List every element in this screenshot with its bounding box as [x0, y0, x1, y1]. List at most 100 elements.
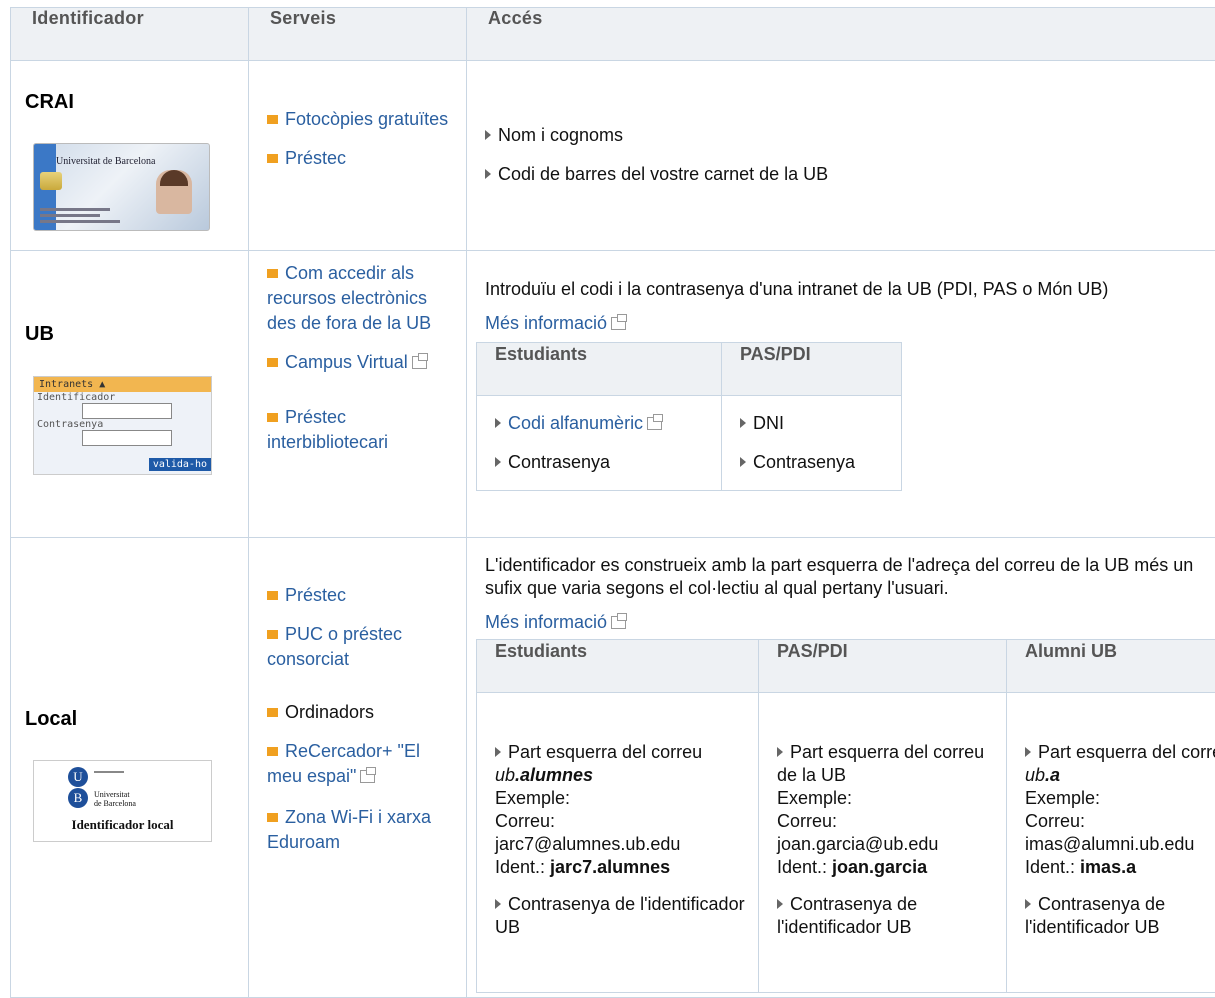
crai-card-text: Universitat de Barcelona [56, 156, 155, 167]
local-intro: L'identificador es construeix amb la par… [485, 554, 1215, 600]
local-services-cell: Préstec PUC o préstec consorciat Ordinad… [249, 538, 467, 998]
service-item[interactable]: Com accedir als recursos electrònics des… [267, 261, 458, 336]
service-item[interactable]: Zona Wi-Fi i xarxa Eduroam [267, 805, 458, 855]
external-link-icon [360, 770, 375, 783]
b-logo-icon: B [68, 788, 88, 808]
crai-id-cell: CRAI Universitat de Barcelona [11, 61, 249, 251]
example-email: imas@alumni.ub.edu [1025, 833, 1215, 856]
login-button: valida-ho [149, 458, 211, 471]
bullet-icon [267, 630, 278, 639]
service-item[interactable]: PUC o préstec consorciat [267, 622, 458, 672]
service-item[interactable]: Préstec [267, 583, 458, 608]
example-email: joan.garcia@ub.edu [777, 833, 996, 856]
bullet-icon [267, 747, 278, 756]
bullet-icon [267, 115, 278, 124]
service-item[interactable]: Préstec [267, 146, 466, 171]
arrow-icon [485, 169, 491, 179]
service-item[interactable]: Campus Virtual [267, 350, 458, 375]
local-logo-image: U B Universitatde Barcelona Identificado… [33, 760, 212, 842]
ub-id-cell: UB Intranets ▲ Identificador Contrasenya… [11, 251, 249, 538]
bullet-icon [267, 413, 278, 422]
local-col-alumni: Alumni UB [1007, 640, 1215, 693]
external-link-icon [412, 356, 427, 369]
bullet-icon [267, 708, 278, 717]
external-link-icon [611, 616, 626, 629]
ub-pas-cell: DNI Contrasenya [722, 396, 902, 491]
arrow-icon [485, 130, 491, 140]
service-item[interactable]: Fotocòpies gratuïtes [267, 107, 466, 132]
local-pas-rule: Part esquerra del correu de la UB [777, 741, 996, 787]
chip-icon [40, 172, 62, 190]
service-link[interactable]: ReCercador+ "El meu espai" [267, 741, 420, 786]
example-ident: Ident.: joan.garcia [777, 856, 996, 879]
header-identificador: Identificador [11, 8, 249, 61]
row-ub: UB Intranets ▲ Identificador Contrasenya… [11, 251, 1215, 538]
arrow-icon [495, 457, 501, 467]
crai-title: CRAI [25, 91, 74, 114]
local-logo-caption: Identificador local [34, 817, 211, 833]
ub-more-info[interactable]: Més informació [485, 313, 1215, 334]
example-ident: Ident.: jarc7.alumnes [495, 856, 748, 879]
local-est-password: Contrasenya de l'identificador UB [495, 893, 748, 939]
arrow-icon [1025, 899, 1031, 909]
header-serveis: Serveis [249, 8, 467, 61]
bullet-icon [267, 358, 278, 367]
external-link-icon [611, 317, 626, 330]
bullet-icon [267, 269, 278, 278]
local-col-estudiants: Estudiants [477, 640, 759, 693]
ub-services-list: Com accedir als recursos electrònics des… [249, 261, 466, 455]
local-title: Local [25, 708, 77, 731]
intranet-login-image: Intranets ▲ Identificador Contrasenya va… [33, 376, 212, 475]
service-item[interactable]: Préstec interbibliotecari [267, 405, 458, 455]
service-link[interactable]: Préstec interbibliotecari [267, 407, 388, 452]
bullet-icon [267, 813, 278, 822]
ub-estudiants-cell: Codi alfanumèric Contrasenya [477, 396, 722, 491]
local-access-table: Estudiants PAS/PDI Alumni UB Part esquer… [476, 639, 1215, 993]
bullet-icon [267, 154, 278, 163]
local-services-list: Préstec PUC o préstec consorciat Ordinad… [249, 583, 466, 855]
external-link-icon [647, 417, 662, 430]
example-email: jarc7@alumnes.ub.edu [495, 833, 748, 856]
local-pas-password: Contrasenya de l'identificador UB [777, 893, 996, 939]
service-link[interactable]: Fotocòpies gratuïtes [285, 109, 448, 129]
row-crai: CRAI Universitat de Barcelona Fotocòpies… [11, 61, 1215, 251]
row-local: Local U B Universitatde Barcelona Identi… [11, 538, 1215, 998]
service-link[interactable]: Com accedir als recursos electrònics des… [267, 263, 431, 333]
ub-access-table: Estudiants PAS/PDI Codi alfanumèric Cont… [476, 342, 902, 491]
local-pas-cell: Part esquerra del correu de la UB Exempl… [759, 693, 1007, 993]
service-link[interactable]: Préstec [285, 148, 346, 168]
header-row: Identificador Serveis Accés [11, 8, 1215, 61]
service-item: Ordinadors [267, 700, 458, 725]
bullet-icon [267, 591, 278, 600]
crai-services-list: Fotocòpies gratuïtes Préstec [249, 107, 466, 171]
local-estudiants-cell: Part esquerra del correu ub.alumnes Exem… [477, 693, 759, 993]
ub-estudiants-item[interactable]: Codi alfanumèric [495, 412, 711, 435]
service-link[interactable]: Zona Wi-Fi i xarxa Eduroam [267, 807, 431, 852]
service-link[interactable]: Préstec [285, 585, 346, 605]
crai-access-item: Nom i cognoms [485, 124, 1215, 147]
ub-col-pas-pdi: PAS/PDI [722, 343, 902, 396]
service-text: Ordinadors [285, 702, 374, 722]
local-alumni-rule: Part esquerra del correu ub.a [1025, 741, 1215, 787]
local-alumni-cell: Part esquerra del correu ub.a Exemple: C… [1007, 693, 1215, 993]
crai-access-item: Codi de barres del vostre carnet de la U… [485, 163, 1215, 186]
service-item[interactable]: ReCercador+ "El meu espai" [267, 739, 458, 789]
login-input [82, 403, 172, 419]
identifiers-table: Identificador Serveis Accés CRAI Univers… [10, 7, 1215, 998]
crai-card-image: Universitat de Barcelona [33, 143, 210, 231]
crai-services-cell: Fotocòpies gratuïtes Préstec [249, 61, 467, 251]
local-alumni-password: Contrasenya de l'identificador UB [1025, 893, 1215, 939]
local-access-cell: L'identificador es construeix amb la par… [467, 538, 1215, 998]
header-acces: Accés [467, 8, 1215, 61]
ub-services-cell: Com accedir als recursos electrònics des… [249, 251, 467, 538]
arrow-icon [495, 747, 501, 757]
ub-pas-item: Contrasenya [740, 451, 891, 474]
password-input [82, 430, 172, 446]
arrow-icon [740, 457, 746, 467]
local-more-info[interactable]: Més informació [485, 612, 1215, 633]
local-id-cell: Local U B Universitatde Barcelona Identi… [11, 538, 249, 998]
ub-pas-item: DNI [740, 412, 891, 435]
service-link[interactable]: Campus Virtual [285, 352, 408, 372]
service-link[interactable]: PUC o préstec consorciat [267, 624, 402, 669]
arrow-icon [777, 747, 783, 757]
